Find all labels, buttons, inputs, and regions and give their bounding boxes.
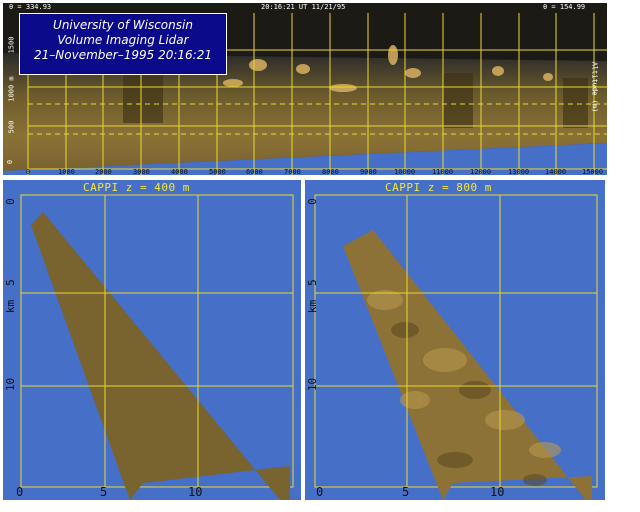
cappi-400-yunit: km bbox=[4, 299, 18, 314]
rhi-xtick: 12000 bbox=[470, 168, 492, 176]
title-line-1: University of Wisconsin bbox=[53, 18, 193, 32]
cappi-400-ytick-10: 10 bbox=[4, 377, 18, 392]
title-box: University of Wisconsin Volume Imaging L… bbox=[19, 13, 227, 75]
rhi-panel: θ = 334.93 20:16:21 UT 11/21/95 θ = 154.… bbox=[3, 3, 607, 175]
rhi-xtick: 1000 bbox=[58, 168, 75, 176]
cappi-400-xtick-5: 5 bbox=[100, 485, 108, 499]
rhi-xtick: 7000 bbox=[284, 168, 301, 176]
rhi-xtick: 15000 bbox=[582, 168, 604, 176]
rhi-angle-right: θ = 154.99 bbox=[543, 3, 586, 11]
rhi-ytick-0: 0 bbox=[6, 159, 15, 165]
rhi-xtick: 13000 bbox=[508, 168, 530, 176]
cappi-image-800m bbox=[314, 194, 598, 500]
rhi-xtick: 6000 bbox=[246, 168, 263, 176]
rhi-ytick-500: 500 bbox=[7, 120, 16, 134]
cappi-400-xtick-0: 0 bbox=[16, 485, 24, 499]
cappi-800-xtick-0: 0 bbox=[316, 485, 324, 499]
rhi-xtick: 9000 bbox=[360, 168, 377, 176]
cappi-panel-800m: CAPPI z = 800 m 0 5 km 10 bbox=[305, 180, 605, 500]
rhi-xtick: 11000 bbox=[432, 168, 454, 176]
rhi-angle-left: θ = 334.93 bbox=[9, 3, 52, 11]
cappi-800-yunit: km bbox=[306, 299, 320, 314]
rhi-xtick: 3000 bbox=[133, 168, 150, 176]
rhi-xtick: 0 bbox=[26, 168, 31, 176]
rhi-xtick: 14000 bbox=[545, 168, 567, 176]
rhi-ytick-1000: 1000 m bbox=[7, 76, 16, 102]
cappi-800-ytick-0: 0 bbox=[305, 198, 319, 205]
cappi-800-xtick-10: 10 bbox=[490, 485, 505, 499]
cappi-panel-400m: CAPPI z = 400 m 0 5 km 10 bbox=[3, 180, 301, 500]
rhi-ytick-1500: 1500 bbox=[7, 36, 16, 54]
cappi-400-ytick-0: 0 bbox=[3, 198, 17, 205]
title-line-2: Volume Imaging Lidar bbox=[57, 33, 189, 47]
rhi-xtick: 10000 bbox=[394, 168, 416, 176]
cappi-image-400m bbox=[20, 194, 294, 500]
rhi-xtick: 4000 bbox=[171, 168, 188, 176]
cappi-800-xtick-5: 5 bbox=[402, 485, 410, 499]
rhi-xtick: 2000 bbox=[95, 168, 112, 176]
cappi-800-ytick-5: 5 bbox=[305, 279, 319, 286]
rhi-right-axis-label: Altitude (m) bbox=[590, 61, 599, 113]
rhi-timestamp: 20:16:21 UT 11/21/95 bbox=[261, 3, 346, 11]
cappi-800-ytick-10: 10 bbox=[306, 377, 320, 392]
title-line-3: 21–November–1995 20:16:21 bbox=[34, 48, 212, 62]
cappi-400-xtick-10: 10 bbox=[188, 485, 203, 499]
rhi-xtick: 8000 bbox=[322, 168, 339, 176]
cappi-400-ytick-5: 5 bbox=[3, 279, 17, 286]
rhi-xtick: 5000 bbox=[209, 168, 226, 176]
